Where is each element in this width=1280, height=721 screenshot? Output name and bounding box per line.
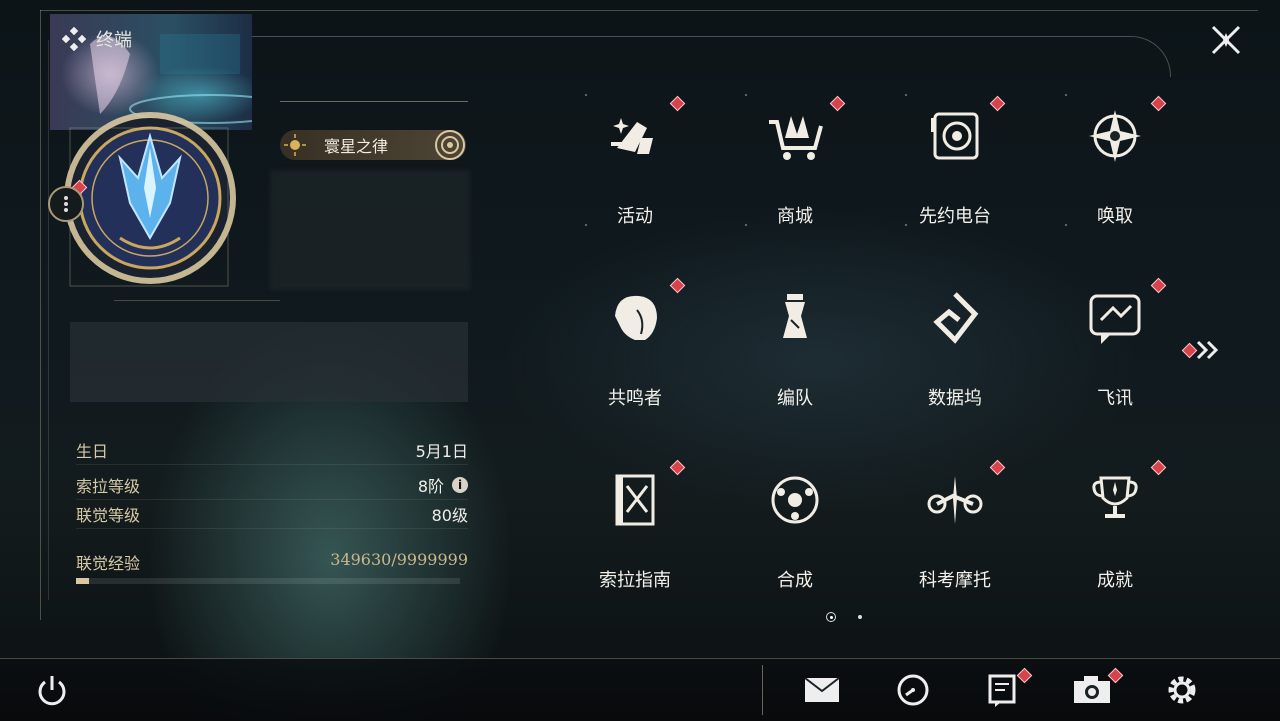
exp-progress-bar (76, 578, 460, 584)
stat-value-wrap: 8阶 i (418, 473, 468, 497)
close-button[interactable] (1196, 12, 1256, 68)
mail-icon (804, 677, 840, 702)
grid-dot (585, 94, 587, 96)
menu-item-shop[interactable]: 商城 (715, 84, 875, 264)
power-button[interactable] (30, 668, 74, 712)
menu-item-motorbike[interactable]: 科考摩托 (875, 448, 1035, 628)
terminal-diamond-icon (61, 26, 87, 52)
menu-item-radio[interactable]: 先约电台 (875, 84, 1035, 264)
trophy-icon (1083, 468, 1147, 532)
notice-icon (988, 674, 1016, 707)
clock-button[interactable] (891, 668, 935, 712)
stat-label: 索拉等级 (76, 477, 141, 496)
double-chevron-right-icon (1196, 340, 1219, 360)
menu-item-team[interactable]: 编队 (715, 266, 875, 446)
grid-dot (745, 94, 747, 96)
power-icon (38, 676, 66, 706)
frame-left-line (40, 10, 41, 620)
data-dock-icon (923, 286, 987, 350)
next-page-button[interactable] (1180, 338, 1224, 362)
shop-cart-icon (763, 104, 827, 168)
profile-separator (114, 300, 280, 301)
clock-icon (897, 674, 929, 706)
menu-label: 活动 (617, 206, 653, 227)
menu-label: 飞讯 (1097, 388, 1133, 409)
menu-item-synthesis[interactable]: 合成 (715, 448, 875, 628)
menu-label: 编队 (777, 388, 813, 409)
grid-dot (905, 224, 907, 226)
menu-item-data-dock[interactable]: 数据坞 (875, 266, 1035, 446)
frame-top-line (40, 10, 1258, 11)
profile-stats: 生日 5月1日 索拉等级 8阶 i 联觉等级 80级 (76, 436, 468, 529)
page-title-text: 终端 (96, 30, 132, 51)
menu-label: 商城 (777, 206, 813, 227)
menu-label: 数据坞 (928, 388, 982, 409)
grid-dot (905, 94, 907, 96)
exp-label: 联觉经验 (76, 554, 141, 573)
menu-label: 索拉指南 (599, 570, 671, 591)
more-options-button[interactable] (48, 186, 84, 222)
grid-dot (745, 224, 747, 226)
sun-emblem-icon (284, 134, 306, 156)
stat-value: 8阶 (417, 477, 444, 496)
grid-dot (585, 224, 587, 226)
stat-sola-level: 索拉等级 8阶 i (76, 471, 468, 500)
camera-icon (1074, 676, 1110, 703)
message-icon (1083, 286, 1147, 350)
stat-value: 5月1日 (415, 442, 468, 461)
close-icon (1211, 25, 1241, 55)
info-icon[interactable]: i (452, 477, 468, 493)
menu-item-summon[interactable]: 唤取 (1035, 84, 1195, 264)
settings-gear-icon (1168, 676, 1196, 704)
nameplate-divider (280, 101, 468, 102)
stat-label: 联觉等级 (76, 506, 141, 525)
mail-button[interactable] (800, 668, 844, 712)
stat-birthday: 生日 5月1日 (76, 436, 468, 465)
character-head-icon (603, 286, 667, 350)
stat-label: 生日 (76, 442, 109, 461)
chess-team-icon (763, 286, 827, 350)
ring-emblem-icon (435, 130, 465, 160)
summon-star-icon (1083, 104, 1147, 168)
exp-progress-fill (76, 578, 90, 584)
frame-curve-line (250, 36, 1171, 77)
radio-icon (923, 104, 987, 168)
union-exp: 联觉经验 349630/9999999 (76, 550, 468, 584)
page-dot-active[interactable] (826, 612, 836, 622)
frame-left-line-inner (48, 40, 49, 600)
vertical-dots-icon (64, 196, 68, 212)
hidden-signature-area (70, 322, 468, 402)
bottom-divider (762, 665, 763, 715)
menu-item-activity[interactable]: 活动 (555, 84, 715, 264)
synthesis-icon (763, 468, 827, 532)
title-badge[interactable]: 寰星之律 (280, 130, 466, 160)
page-dot[interactable] (858, 615, 862, 619)
activity-icon (603, 104, 667, 168)
menu-item-achievement[interactable]: 成就 (1035, 448, 1195, 628)
menu-label: 科考摩托 (919, 570, 991, 591)
menu-item-sola-guide[interactable]: 索拉指南 (555, 448, 715, 628)
guide-book-icon (603, 468, 667, 532)
grid-dot (1065, 224, 1067, 226)
menu-item-resonator[interactable]: 共鸣者 (555, 266, 715, 446)
page-indicator (826, 612, 862, 622)
motorbike-icon (923, 468, 987, 532)
page-title: 终端 (61, 26, 132, 52)
menu-grid: 活动 商城 先约电台 唤取 共鸣者 编队 数据坞 飞讯 索拉指南 合成 科考摩托… (555, 84, 1195, 624)
menu-label: 成就 (1097, 570, 1133, 591)
title-badge-text: 寰星之律 (324, 137, 389, 156)
menu-label: 先约电台 (919, 206, 991, 227)
menu-label: 合成 (777, 570, 813, 591)
menu-label: 唤取 (1097, 206, 1133, 227)
exp-value: 349630/9999999 (330, 550, 468, 569)
menu-label: 共鸣者 (608, 388, 662, 409)
menu-item-message[interactable]: 飞讯 (1035, 266, 1195, 446)
settings-button[interactable] (1160, 668, 1204, 712)
stat-union-level: 联觉等级 80级 (76, 500, 468, 529)
hidden-name-area (270, 170, 470, 290)
grid-dot (1065, 94, 1067, 96)
stat-value: 80级 (431, 506, 468, 525)
